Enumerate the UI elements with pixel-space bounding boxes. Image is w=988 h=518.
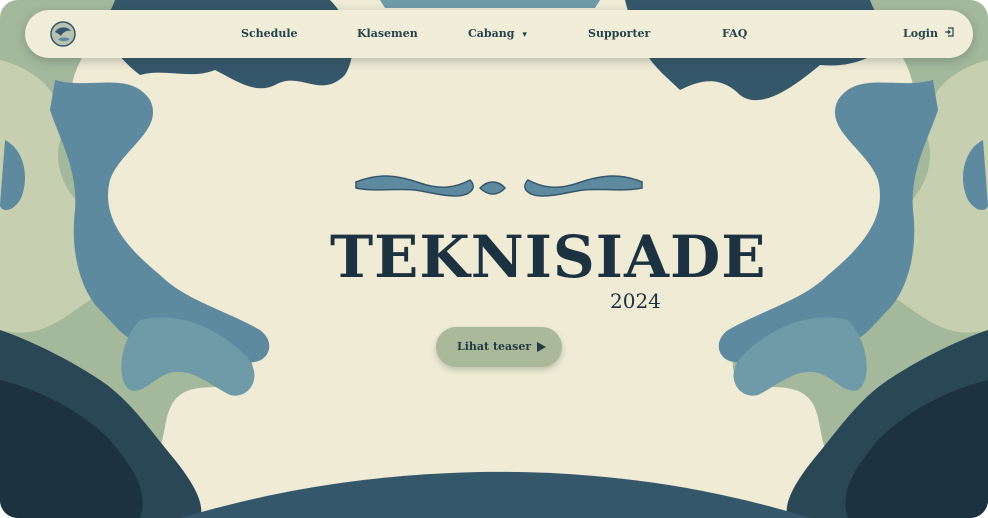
login-icon [944,10,954,58]
teaser-button-label: Lihat teaser [457,340,532,353]
teaser-button[interactable]: Lihat teaser [436,327,562,367]
page: Schedule Klasemen Cabang ▾ Supporter FAQ … [0,0,988,518]
nav-supporter[interactable]: Supporter [588,10,650,58]
hero-year: 2024 [610,289,661,313]
nav-cabang[interactable]: Cabang ▾ [468,10,527,58]
nav-cabang-label: Cabang [468,27,515,40]
login-button[interactable]: Login [903,10,954,58]
hero-title: TEKNISIADE [330,223,767,291]
logo-icon[interactable] [49,20,77,48]
play-icon [537,342,546,355]
chevron-down-icon: ▾ [522,30,527,40]
nav-faq[interactable]: FAQ [722,10,747,58]
top-navbar: Schedule Klasemen Cabang ▾ Supporter FAQ … [25,10,973,58]
login-label: Login [903,27,938,40]
nav-schedule[interactable]: Schedule [241,10,298,58]
nav-klasemen[interactable]: Klasemen [357,10,418,58]
